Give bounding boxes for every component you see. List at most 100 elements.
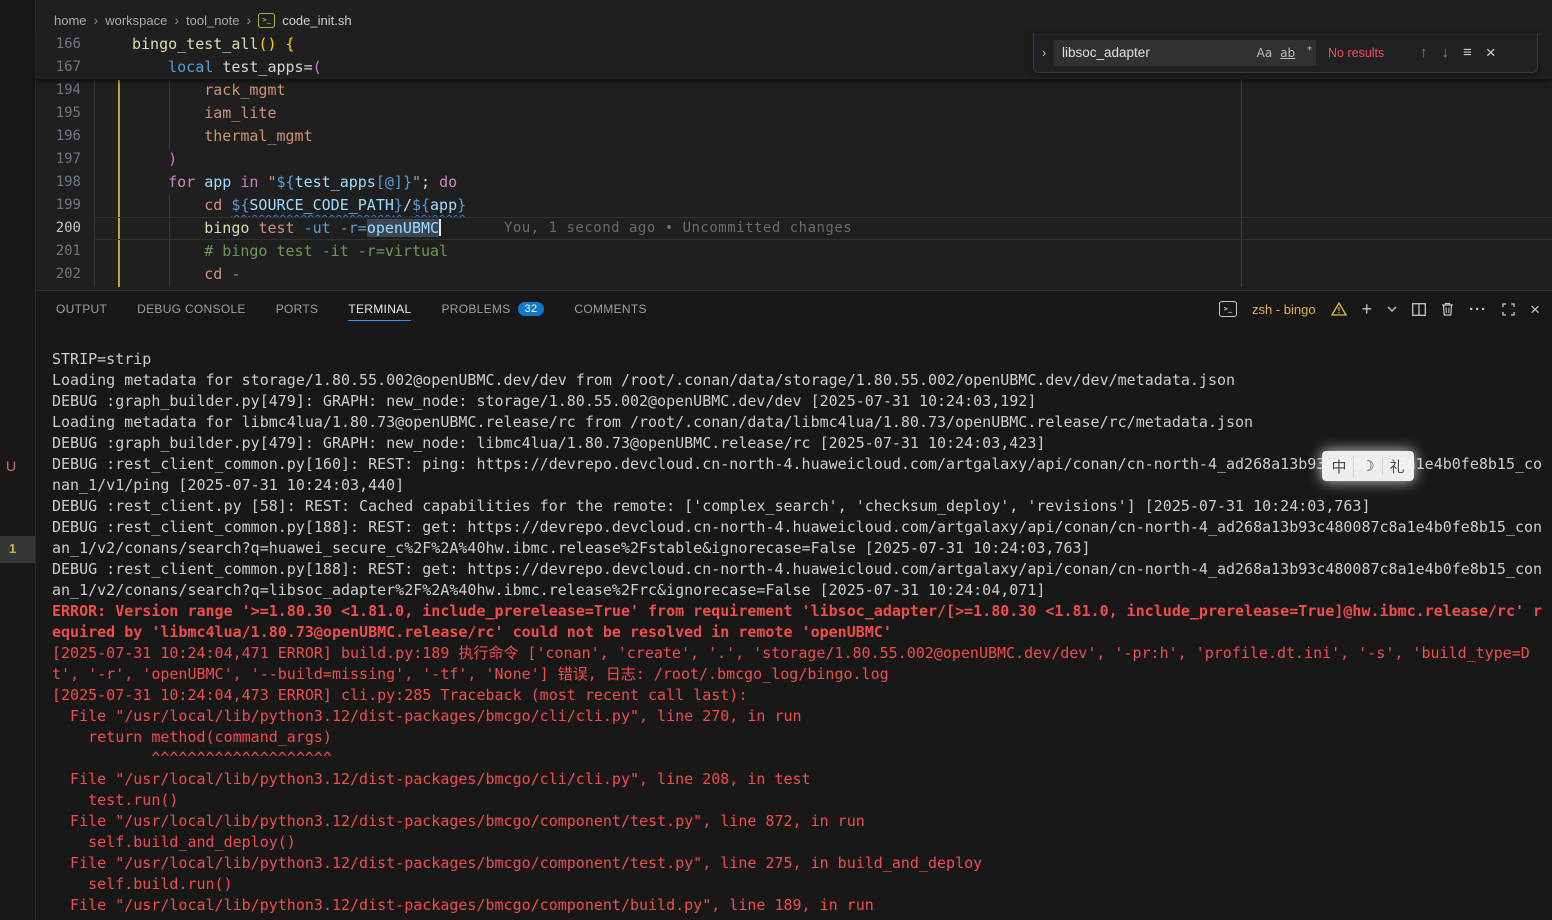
warning-icon bbox=[1331, 302, 1347, 316]
code-line-198[interactable]: 198 for app in "${test_apps[@]}"; do bbox=[36, 171, 1552, 194]
code-text: bingo test -ut -r=openUBMC bbox=[81, 217, 441, 240]
sidebar-selected-row[interactable]: 1 bbox=[0, 536, 35, 563]
breadcrumb-item-file[interactable]: code_init.sh bbox=[282, 13, 351, 28]
shell-file-icon: >_ bbox=[258, 13, 275, 28]
terminal-line: [2025-07-31 10:24:04,473 ERROR] cli.py:2… bbox=[52, 685, 1552, 706]
find-next-button[interactable]: ↓ bbox=[1442, 44, 1450, 61]
line-number: 199 bbox=[36, 194, 81, 217]
ime-popup[interactable]: 中 ☽ 礼 bbox=[1322, 451, 1414, 481]
find-in-selection-button[interactable]: ≡ bbox=[1463, 44, 1472, 61]
terminal-line: STRIP=strip bbox=[52, 349, 1552, 370]
code-text: # bingo test -it -r=virtual bbox=[81, 240, 448, 263]
panel-tabs: OUTPUT DEBUG CONSOLE PORTS TERMINAL PROB… bbox=[36, 298, 647, 321]
terminal-line: File "/usr/local/lib/python3.12/dist-pac… bbox=[52, 853, 1552, 874]
toggle-replace-chevron-icon[interactable]: › bbox=[1034, 45, 1054, 60]
terminal-line: DEBUG :rest_client_common.py[188]: REST:… bbox=[52, 559, 1552, 580]
split-terminal-button[interactable] bbox=[1412, 303, 1426, 316]
breadcrumb-item-tool-note[interactable]: tool_note bbox=[186, 13, 240, 28]
terminal-line: ^^^^^^^^^^^^^^^^^^^^ bbox=[52, 748, 1552, 769]
terminal-line: an_1/v2/conans/search?q=libsoc_adapter%2… bbox=[52, 580, 1552, 601]
terminal-line: File "/usr/local/lib/python3.12/dist-pac… bbox=[52, 811, 1552, 832]
find-widget: › libsoc_adapter Aa ab * No results ↑ ↓ … bbox=[1033, 33, 1538, 73]
breadcrumb-item-home[interactable]: home bbox=[54, 13, 87, 28]
terminal-line: ERROR: Version range '>=1.80.30 <1.81.0,… bbox=[52, 601, 1552, 622]
terminal-line: Loading metadata for libmc4lua/1.80.73@o… bbox=[52, 412, 1552, 433]
code-text: thermal_mgmt bbox=[81, 125, 313, 148]
tab-debug-console[interactable]: DEBUG CONSOLE bbox=[137, 298, 246, 321]
more-actions-button[interactable]: ··· bbox=[1469, 302, 1487, 317]
terminal-line: self.build_and_deploy() bbox=[52, 832, 1552, 853]
problems-count-badge: 32 bbox=[518, 302, 545, 316]
code-text: cd - bbox=[81, 263, 240, 286]
terminal-line: test.run() bbox=[52, 790, 1552, 811]
ime-halfwidth-key[interactable]: ☽ bbox=[1354, 457, 1383, 475]
terminal-icon: >_ bbox=[1219, 301, 1237, 317]
code-line-197[interactable]: 197 ) bbox=[36, 148, 1552, 171]
terminal-line: Loading metadata for storage/1.80.55.002… bbox=[52, 370, 1552, 391]
line-number: 166 bbox=[36, 33, 81, 56]
text-cursor bbox=[439, 219, 441, 236]
vscode-window: U 1 home › workspace › tool_note › >_ co… bbox=[0, 0, 1552, 920]
ime-lang-key[interactable]: 中 bbox=[1325, 456, 1354, 477]
editor-area: home › workspace › tool_note › >_ code_i… bbox=[36, 0, 1552, 290]
line-number: 167 bbox=[36, 56, 81, 79]
breadcrumb[interactable]: home › workspace › tool_note › >_ code_i… bbox=[54, 7, 352, 33]
terminal-line: equired by 'libmc4lua/1.80.73@openUBMC.r… bbox=[52, 622, 1552, 643]
code-line-202[interactable]: 202 cd - bbox=[36, 263, 1552, 286]
code-line-201[interactable]: 201 # bingo test -it -r=virtual bbox=[36, 240, 1552, 263]
code-line-195[interactable]: 195 iam_lite bbox=[36, 102, 1552, 125]
kill-terminal-button[interactable] bbox=[1441, 302, 1454, 316]
find-input[interactable]: libsoc_adapter Aa ab * bbox=[1054, 40, 1316, 66]
sidebar-sliver[interactable]: U 1 bbox=[0, 0, 36, 920]
panel-header: OUTPUT DEBUG CONSOLE PORTS TERMINAL PROB… bbox=[36, 291, 1552, 327]
find-previous-button[interactable]: ↑ bbox=[1420, 44, 1428, 61]
code-text: bingo_test_all() { bbox=[81, 33, 295, 56]
line-number: 196 bbox=[36, 125, 81, 148]
tab-output[interactable]: OUTPUT bbox=[56, 298, 107, 321]
code-text: cd ${SOURCE_CODE_PATH}/${app} bbox=[81, 194, 466, 217]
new-terminal-button[interactable]: + bbox=[1362, 300, 1373, 318]
line-number: 202 bbox=[36, 263, 81, 286]
terminal-instance-label[interactable]: zsh - bingo bbox=[1252, 302, 1316, 317]
code-line-199[interactable]: 199 cd ${SOURCE_CODE_PATH}/${app} bbox=[36, 194, 1552, 217]
terminal-line: t', '-r', 'openUBMC', '--build=missing',… bbox=[52, 664, 1552, 685]
terminal-line: return method(command_args) bbox=[52, 727, 1552, 748]
terminal-line: File "/usr/local/lib/python3.12/dist-pac… bbox=[52, 769, 1552, 790]
maximize-panel-button[interactable] bbox=[1502, 303, 1515, 316]
code-line-196[interactable]: 196 thermal_mgmt bbox=[36, 125, 1552, 148]
tab-comments[interactable]: COMMENTS bbox=[574, 298, 646, 321]
line-number: 198 bbox=[36, 171, 81, 194]
panel-actions: >_ zsh - bingo + ··· × bbox=[1219, 291, 1540, 327]
code-line-194[interactable]: 194 rack_mgmt bbox=[36, 79, 1552, 102]
match-case-icon[interactable]: Aa bbox=[1253, 46, 1277, 60]
code-text: for app in "${test_apps[@]}"; do bbox=[81, 171, 457, 194]
terminal-line: self.build.run() bbox=[52, 874, 1552, 895]
regex-icon[interactable]: * bbox=[1299, 45, 1316, 61]
code-text: iam_lite bbox=[81, 102, 277, 125]
chevron-right-icon: › bbox=[247, 12, 252, 28]
code-text: ) bbox=[81, 148, 177, 171]
terminal-line: DEBUG :graph_builder.py[479]: GRAPH: new… bbox=[52, 391, 1552, 412]
close-panel-button[interactable]: × bbox=[1530, 301, 1540, 318]
close-find-button[interactable]: × bbox=[1486, 43, 1496, 63]
find-query-text[interactable]: libsoc_adapter bbox=[1054, 45, 1253, 60]
terminal-line: DEBUG :rest_client_common.py[188]: REST:… bbox=[52, 517, 1552, 538]
tab-terminal[interactable]: TERMINAL bbox=[348, 298, 411, 321]
code-line-200[interactable]: 200 bingo test -ut -r=openUBMC You, 1 sec… bbox=[36, 217, 1552, 240]
chevron-down-icon[interactable] bbox=[1387, 306, 1397, 312]
terminal-line: File "/usr/local/lib/python3.12/dist-pac… bbox=[52, 706, 1552, 727]
line-number: 195 bbox=[36, 102, 81, 125]
whole-word-icon[interactable]: ab bbox=[1276, 46, 1299, 60]
chevron-right-icon: › bbox=[94, 12, 99, 28]
breadcrumb-item-workspace[interactable]: workspace bbox=[105, 13, 167, 28]
tab-ports[interactable]: PORTS bbox=[276, 298, 319, 321]
terminal-output[interactable]: STRIP=stripLoading metadata for storage/… bbox=[36, 349, 1552, 920]
git-blame-annotation: You, 1 second ago • Uncommitted changes bbox=[504, 217, 852, 240]
terminal-line: [2025-07-31 10:24:04,471 ERROR] build.py… bbox=[52, 643, 1552, 664]
line-number: 200 bbox=[36, 217, 81, 240]
terminal-line: File "/usr/local/lib/python3.12/dist-pac… bbox=[52, 895, 1552, 916]
ime-charset-key[interactable]: 礼 bbox=[1383, 456, 1411, 477]
git-status-letter: U bbox=[6, 458, 16, 474]
bottom-panel: OUTPUT DEBUG CONSOLE PORTS TERMINAL PROB… bbox=[36, 290, 1552, 920]
tab-problems[interactable]: PROBLEMS 32 bbox=[441, 298, 544, 321]
